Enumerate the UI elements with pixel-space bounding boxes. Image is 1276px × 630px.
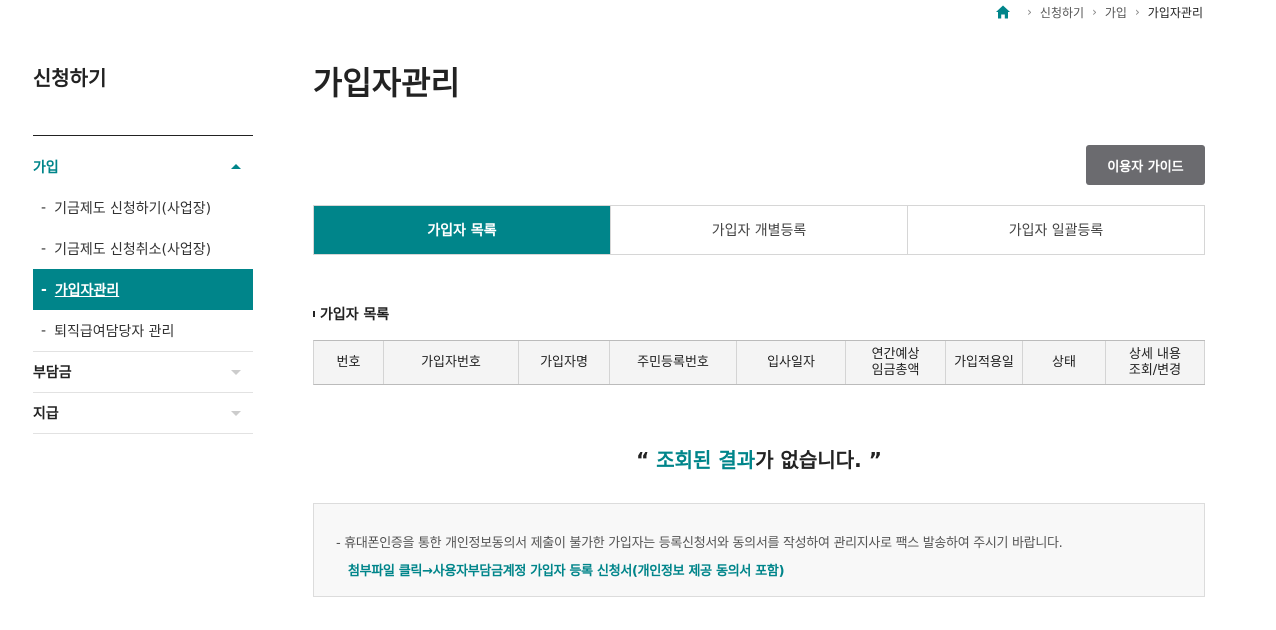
sidebar-item-label: 퇴직급여담당자 관리 xyxy=(54,323,175,340)
tab-member-list[interactable]: 가입자 목록 xyxy=(314,206,610,254)
sidebar-group-join[interactable]: 가입 xyxy=(33,146,253,187)
user-guide-button[interactable]: 이용자 가이드 xyxy=(1086,145,1205,185)
column-header: 상태 xyxy=(1023,341,1106,384)
sidebar-item-member-management[interactable]: - 가입자관리 xyxy=(33,269,253,310)
empty-result-message: “ 조회된 결과가 없습니다. ” xyxy=(313,444,1205,473)
notice-text: - 휴대폰인증을 통한 개인정보동의서 제출이 불가한 가입자는 등록신청서와 … xyxy=(336,536,1063,551)
column-header: 상세 내용 조회/변경 xyxy=(1106,341,1205,384)
sidebar-item-label: 기금제도 신청하기(사업장) xyxy=(54,200,212,217)
sidebar-item-fund-apply[interactable]: - 기금제도 신청하기(사업장) xyxy=(33,187,253,228)
sidebar-item-label: 가입자관리 xyxy=(54,282,120,299)
breadcrumb-item[interactable]: 가입 xyxy=(1105,4,1127,21)
chevron-right-icon: › xyxy=(1092,5,1097,19)
tab-bulk-register[interactable]: 가입자 일괄등록 xyxy=(907,206,1204,254)
section-title: 가입자 목록 xyxy=(313,304,389,324)
sidebar-group-label: 지급 xyxy=(33,406,59,422)
column-header: 가입자번호 xyxy=(384,341,519,384)
home-icon[interactable] xyxy=(995,4,1011,20)
close-quote: ” xyxy=(868,448,882,472)
caret-up-icon xyxy=(231,164,241,169)
breadcrumb: › 신청하기 › 가입 › 가입자관리 xyxy=(995,3,1203,21)
column-header: 주민등록번호 xyxy=(610,341,737,384)
tab-individual-register[interactable]: 가입자 개별등록 xyxy=(610,206,907,254)
open-quote: “ xyxy=(636,448,657,472)
column-header: 가입자명 xyxy=(519,341,610,384)
sidebar-group-label: 부담금 xyxy=(33,365,72,381)
dash-icon: - xyxy=(41,322,47,339)
divider xyxy=(33,135,253,136)
page-title: 가입자관리 xyxy=(313,64,461,102)
sidebar-title: 신청하기 xyxy=(33,66,107,90)
chevron-right-icon: › xyxy=(1134,5,1140,19)
sidebar-item-label: 기금제도 신청취소(사업장) xyxy=(54,241,212,258)
column-header: 입사일자 xyxy=(737,341,846,384)
dash-icon: - xyxy=(41,281,47,298)
sidebar-menu: 가입 - 기금제도 신청하기(사업장) - 기금제도 신청취소(사업장) - 가… xyxy=(33,146,253,434)
sidebar-item-manager-management[interactable]: - 퇴직급여담당자 관리 xyxy=(33,310,253,351)
notice-box: - 휴대폰인증을 통한 개인정보동의서 제출이 불가한 가입자는 등록신청서와 … xyxy=(313,503,1205,597)
section-title-text: 가입자 목록 xyxy=(320,307,390,323)
breadcrumb-item[interactable]: 신청하기 xyxy=(1040,4,1084,21)
caret-down-icon xyxy=(231,369,241,375)
bullet-icon xyxy=(313,311,315,317)
sidebar-item-fund-cancel[interactable]: - 기금제도 신청취소(사업장) xyxy=(33,228,253,269)
sidebar-group-payment[interactable]: 지급 xyxy=(33,392,253,433)
table-header: 번호 가입자번호 가입자명 주민등록번호 입사일자 연간예상 임금총액 가입적용… xyxy=(313,340,1205,385)
tab-bar: 가입자 목록 가입자 개별등록 가입자 일괄등록 xyxy=(313,205,1205,255)
column-header: 번호 xyxy=(314,341,384,384)
sidebar-group-contribution[interactable]: 부담금 xyxy=(33,351,253,392)
column-header: 연간예상 임금총액 xyxy=(846,341,946,384)
chevron-right-icon: › xyxy=(1027,5,1032,19)
divider xyxy=(33,433,253,434)
attachment-link[interactable]: 첨부파일 클릭→사용자부담금계정 가입자 등록 신청서(개인정보 제공 동의서 … xyxy=(336,560,1204,579)
caret-down-icon xyxy=(231,410,241,416)
empty-rest: 가 없습니다. xyxy=(755,448,869,472)
empty-highlight: 조회된 결과 xyxy=(656,448,756,472)
dash-icon: - xyxy=(41,240,47,257)
column-header: 가입적용일 xyxy=(946,341,1023,384)
dash-icon: - xyxy=(41,199,47,216)
sidebar-group-label: 가입 xyxy=(33,159,59,176)
breadcrumb-current: 가입자관리 xyxy=(1147,5,1203,20)
